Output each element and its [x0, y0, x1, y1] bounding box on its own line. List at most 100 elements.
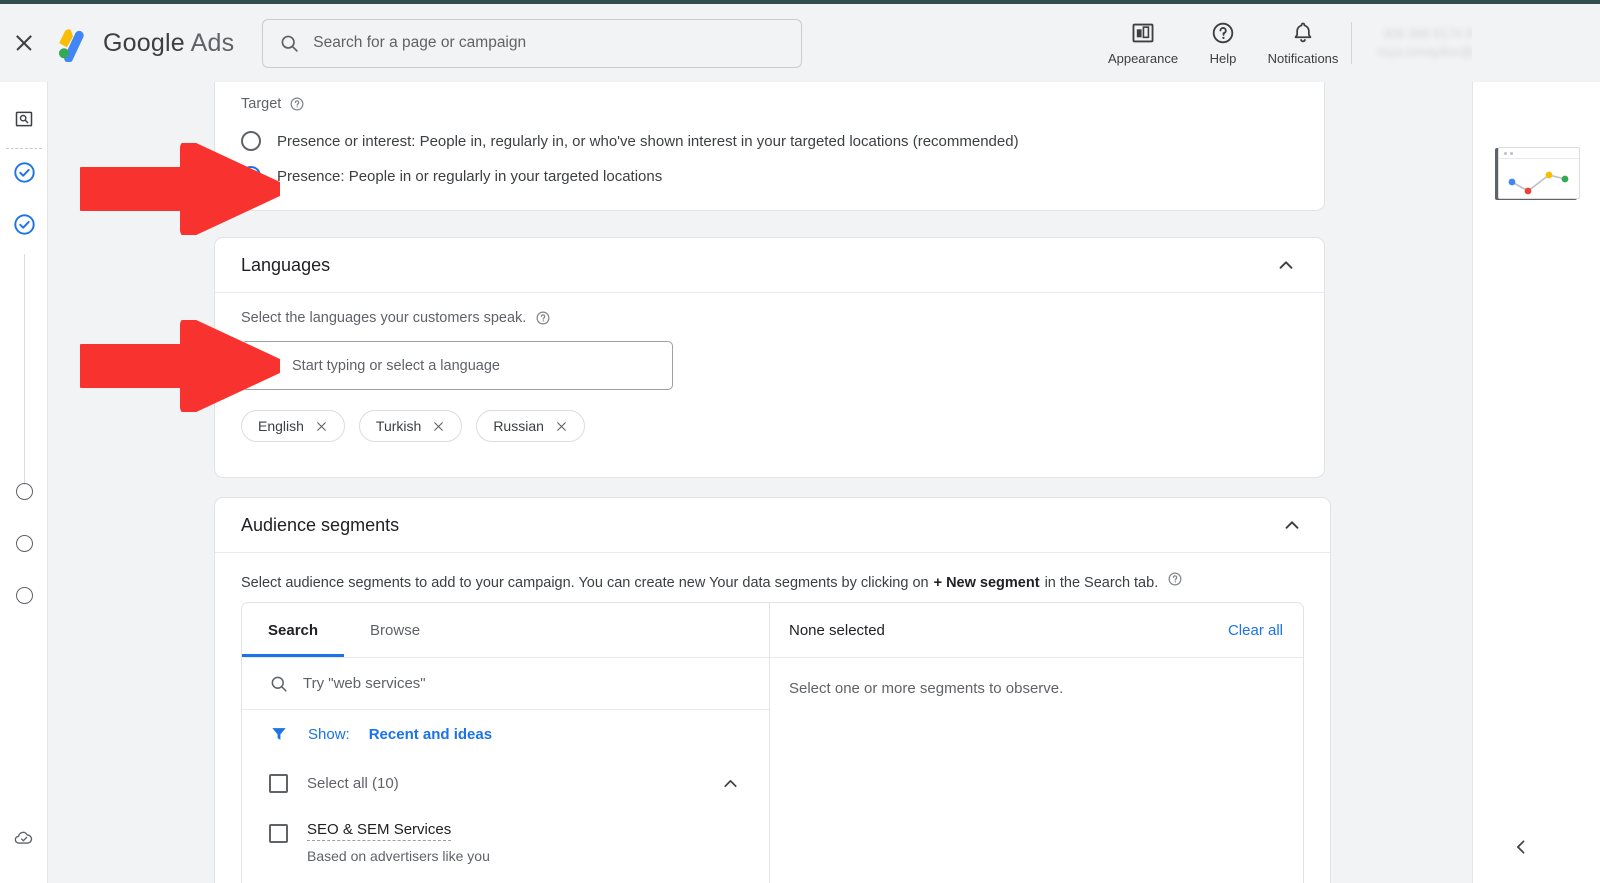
rail-divider	[6, 148, 42, 149]
left-rail	[0, 82, 48, 883]
audience-filter-row[interactable]: Show: Recent and ideas	[242, 710, 769, 758]
presence-label: Presence: People in or regularly in your…	[277, 167, 663, 185]
chevron-left-icon	[1517, 840, 1525, 854]
help-button[interactable]: Help	[1183, 4, 1263, 82]
close-icon	[14, 33, 34, 53]
languages-title: Languages	[241, 254, 331, 275]
selection-summary-header: None selected Clear all	[770, 603, 1303, 658]
right-panel	[1472, 82, 1600, 883]
brand-logo-group[interactable]: Google Ads	[54, 24, 234, 62]
help-circle-icon	[1212, 22, 1234, 44]
sidebar-item-step-2[interactable]	[0, 207, 48, 241]
brand-title: Google Ads	[103, 29, 234, 58]
language-chip-label: Turkish	[375, 418, 422, 434]
presence-radio-row[interactable]: Presence: People in or regularly in your…	[241, 166, 662, 186]
language-chip-english[interactable]: English	[241, 410, 345, 442]
close-button[interactable]	[0, 4, 48, 82]
help-label: Help	[1209, 51, 1237, 66]
target-label-row: Target	[241, 96, 305, 112]
brand-title-primary: Google	[103, 28, 185, 57]
audience-selector-box: Search Browse Try "web services" Show: R…	[241, 602, 1304, 883]
chevron-up-icon[interactable]	[1280, 513, 1304, 537]
step-complete-icon	[13, 213, 35, 235]
close-icon[interactable]	[315, 420, 328, 433]
selected-languages-chips: English Turkish Russian	[241, 410, 585, 442]
audience-search-placeholder: Try "web services"	[303, 675, 426, 692]
languages-subtitle: Select the languages your customers spea…	[241, 310, 527, 326]
selection-empty-message: Select one or more segments to observe.	[789, 680, 1064, 697]
global-search-input[interactable]: Search for a page or campaign	[262, 18, 803, 68]
language-chip-label: English	[258, 418, 304, 434]
audience-selector-right-pane: None selected Clear all Select one or mo…	[770, 603, 1303, 883]
expand-panel-button[interactable]	[1501, 827, 1541, 867]
sidebar-item-step-1[interactable]	[0, 155, 48, 189]
step-pending-icon	[15, 534, 33, 552]
chevron-up-icon[interactable]	[1274, 253, 1298, 277]
sidebar-item-search-page[interactable]	[0, 102, 48, 136]
segment-title: SEO & SEM Services	[307, 821, 452, 841]
audience-segments-card: Audience segments Select audience segmen…	[214, 497, 1331, 883]
sidebar-item-saved-status[interactable]	[0, 820, 48, 854]
help-circle-icon[interactable]	[289, 96, 305, 112]
segment-subtitle: Based on advertisers like you	[307, 848, 490, 864]
help-circle-icon[interactable]	[535, 310, 551, 326]
presence-radio[interactable]	[241, 166, 261, 186]
app-header: Google Ads Search for a page or campaign…	[0, 4, 1600, 82]
close-icon[interactable]	[432, 420, 445, 433]
audience-filter-control[interactable]: Show: Recent and ideas	[269, 724, 492, 744]
audience-filter-value: Recent and ideas	[368, 725, 493, 743]
audience-selector-left-pane: Search Browse Try "web services" Show: R…	[242, 603, 770, 883]
languages-subtitle-row: Select the languages your customers spea…	[241, 310, 551, 326]
audience-filter-prefix: Show:	[308, 725, 350, 743]
chart-card-thumbnail[interactable]	[1498, 147, 1580, 199]
close-icon[interactable]	[555, 420, 568, 433]
language-chip-russian[interactable]: Russian	[476, 410, 585, 442]
search-icon	[281, 35, 298, 52]
appearance-label: Appearance	[1107, 51, 1179, 66]
audience-segments-description: Select audience segments to add to your …	[241, 571, 1183, 591]
segment-checkbox[interactable]	[269, 824, 288, 843]
language-chip-turkish[interactable]: Turkish	[358, 410, 463, 442]
target-label: Target	[241, 96, 282, 112]
brand-title-secondary: Ads	[190, 28, 235, 57]
step-complete-icon	[13, 161, 35, 183]
notifications-label: Notifications	[1267, 51, 1339, 66]
step-pending-icon	[15, 586, 33, 604]
presence-or-interest-label: Presence or interest: People in, regular…	[277, 132, 1019, 150]
list-item[interactable]: SEO & SEM Services Based on advertisers …	[242, 808, 769, 864]
select-all-label: Select all (10)	[307, 774, 399, 792]
audience-tabs: Search Browse	[242, 603, 769, 658]
main-canvas: Target Presence or interest: People in, …	[48, 82, 1472, 883]
presence-or-interest-radio[interactable]	[241, 131, 261, 151]
select-all-row[interactable]: Select all (10)	[242, 758, 769, 808]
chevron-up-icon[interactable]	[719, 772, 742, 795]
cloud-done-icon	[14, 831, 33, 844]
tab-browse[interactable]: Browse	[344, 603, 446, 657]
tab-search[interactable]: Search	[242, 603, 345, 657]
audience-description-part1: Select audience segments to add to your …	[241, 575, 929, 591]
appearance-button[interactable]: Appearance	[1103, 4, 1183, 82]
presence-or-interest-radio-row[interactable]: Presence or interest: People in, regular…	[241, 131, 1019, 151]
segment-texts: SEO & SEM Services Based on advertisers …	[307, 821, 490, 864]
search-page-icon	[15, 111, 33, 127]
select-all-checkbox[interactable]	[269, 773, 288, 793]
appearance-icon	[1132, 23, 1154, 43]
audience-search-input[interactable]: Try "web services"	[242, 658, 769, 710]
sidebar-item-step-3[interactable]	[0, 474, 48, 508]
tab-browse-label: Browse	[370, 621, 421, 639]
thumbnail-title-bar	[1499, 148, 1579, 159]
sidebar-item-step-5[interactable]	[0, 578, 48, 612]
languages-card: Languages Select the languages your cust…	[214, 237, 1325, 478]
language-chip-label: Russian	[493, 418, 544, 434]
google-ads-logo-icon	[58, 29, 84, 62]
clear-all-button[interactable]: Clear all	[1228, 622, 1283, 639]
languages-card-header[interactable]: Languages	[215, 238, 1324, 293]
help-circle-icon[interactable]	[1167, 571, 1183, 587]
search-icon	[271, 676, 287, 692]
selection-status: None selected	[789, 621, 885, 639]
notifications-button[interactable]: Notifications	[1263, 4, 1343, 82]
language-search-input[interactable]: Start typing or select a language	[241, 341, 673, 390]
audience-segments-card-header[interactable]: Audience segments	[215, 498, 1330, 553]
audience-description-bold: + New segment	[933, 575, 1040, 591]
sidebar-item-step-4[interactable]	[0, 526, 48, 560]
